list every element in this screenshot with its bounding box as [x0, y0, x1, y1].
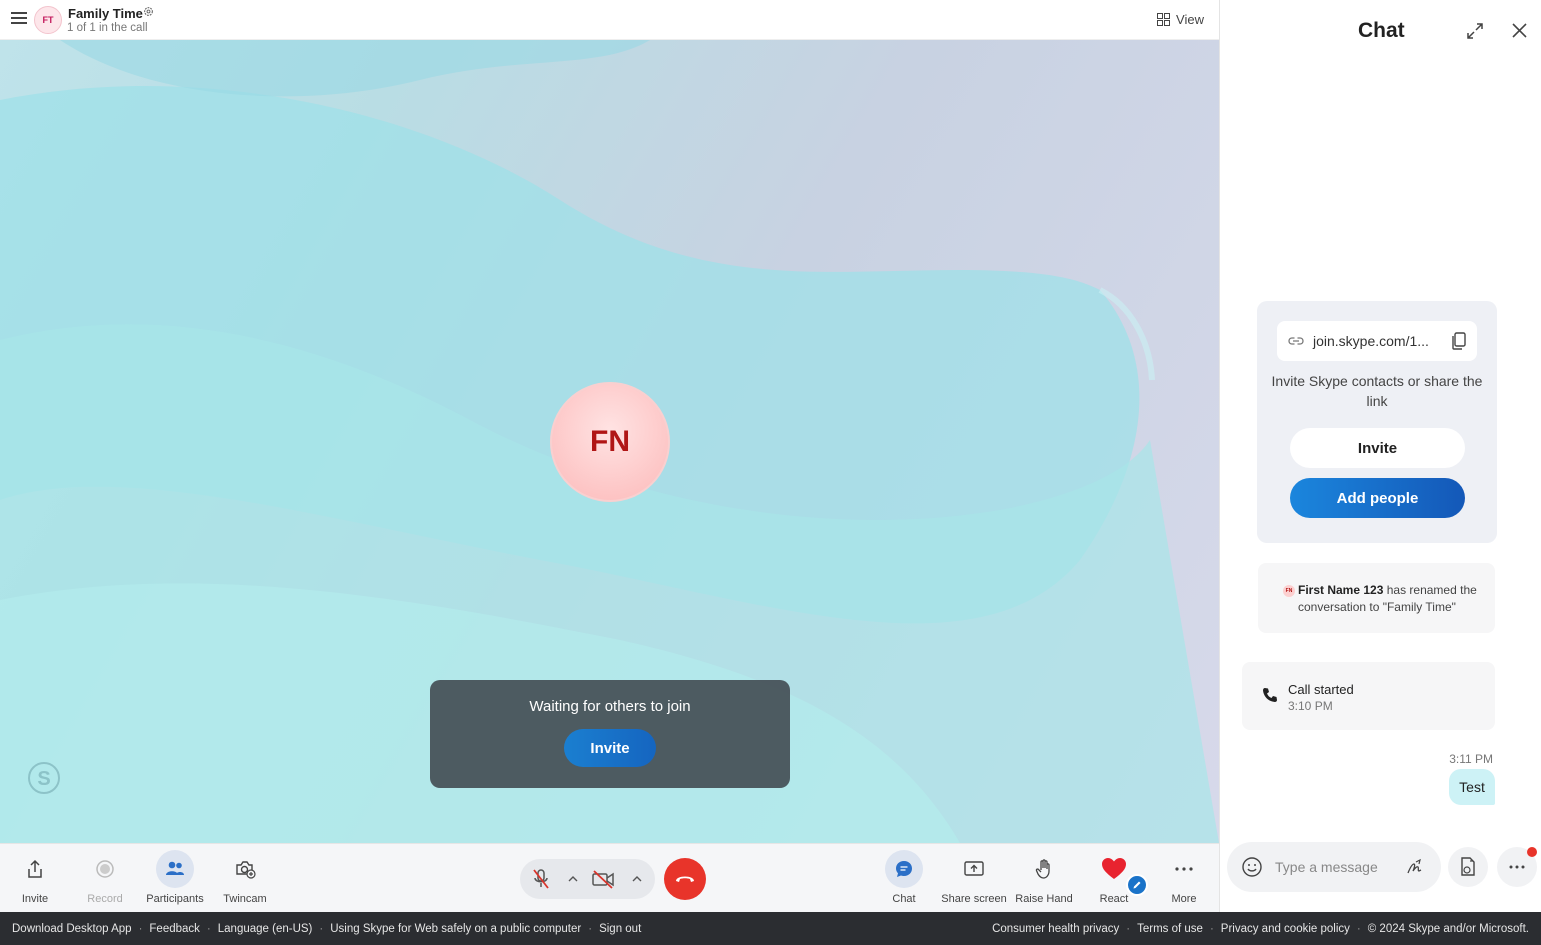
- terms-of-use-link[interactable]: Terms of use: [1137, 923, 1203, 935]
- waiting-panel: Waiting for others to join Invite: [430, 680, 790, 788]
- call-toolbar: Invite Record Participants Twincam Chat …: [0, 843, 1219, 912]
- call-area: FT Family Time 1 of 1 in the call View F…: [0, 0, 1219, 912]
- pencil-icon: [1133, 881, 1141, 889]
- react-edit-badge[interactable]: [1126, 874, 1148, 896]
- signature-icon[interactable]: [1405, 858, 1423, 876]
- camera-off-icon: [592, 870, 614, 889]
- consumer-health-privacy-link[interactable]: Consumer health privacy: [992, 923, 1119, 935]
- feedback-link[interactable]: Feedback: [149, 923, 200, 935]
- invite-card: join.skype.com/1... Invite Skype contact…: [1257, 301, 1497, 543]
- waiting-text: Waiting for others to join: [529, 698, 691, 715]
- end-call-button[interactable]: [664, 858, 706, 900]
- participants-icon: [166, 861, 184, 875]
- file-share-icon: [1461, 857, 1475, 876]
- microphone-options[interactable]: [560, 866, 586, 892]
- invite-link-box[interactable]: join.skype.com/1...: [1277, 321, 1477, 361]
- privacy-cookie-policy-link[interactable]: Privacy and cookie policy: [1221, 923, 1350, 935]
- grid-icon: [1157, 13, 1171, 26]
- call-started-event: Call started 3:10 PM: [1242, 662, 1495, 730]
- chat-toggle-button[interactable]: Chat: [869, 850, 939, 910]
- camera-options[interactable]: [624, 866, 650, 892]
- share-screen-label: Share screen: [941, 893, 1007, 905]
- share-screen-button[interactable]: Share screen: [939, 850, 1009, 910]
- heart-icon: [1102, 858, 1126, 879]
- chevron-up-icon: [568, 876, 578, 882]
- twincam-icon: [236, 861, 256, 879]
- chat-toggle-label: Chat: [892, 893, 916, 905]
- skype-logo-icon: S: [28, 762, 60, 794]
- invite-description: Invite Skype contacts or share the link: [1271, 373, 1483, 409]
- footer-left-links: Download Desktop App · Feedback · Language…: [12, 923, 642, 935]
- copyright-text: © 2024 Skype and/or Microsoft.: [1367, 923, 1529, 935]
- share-screen-icon: [964, 861, 984, 876]
- chevron-up-icon: [632, 876, 642, 882]
- record-icon: [96, 860, 114, 878]
- conversation-title[interactable]: Family Time: [68, 6, 143, 21]
- more-button[interactable]: More: [1149, 850, 1219, 910]
- notification-dot: [1527, 847, 1537, 857]
- call-top-bar: FT Family Time 1 of 1 in the call View: [0, 0, 1219, 40]
- record-button[interactable]: Record: [70, 850, 140, 910]
- chat-title: Chat: [1358, 19, 1405, 42]
- share-icon: [28, 859, 42, 878]
- stage-invite-button[interactable]: Invite: [564, 729, 656, 767]
- actor-avatar: FN: [1283, 585, 1295, 597]
- invite-link[interactable]: join.skype.com/1...: [1313, 333, 1429, 349]
- chat-panel: Chat join.skype.com/1... Invite Skype co…: [1219, 0, 1541, 912]
- conversation-avatar[interactable]: FT: [34, 6, 62, 34]
- participants-label: Participants: [146, 893, 204, 905]
- call-started-title: Call started: [1288, 682, 1354, 697]
- rename-notification: FN First Name 123 has renamed the conver…: [1258, 563, 1495, 633]
- camera-toggle[interactable]: [590, 866, 616, 892]
- page-footer: Download Desktop App · Feedback · Language…: [0, 912, 1541, 945]
- more-label: More: [1171, 893, 1197, 905]
- hamburger-menu-icon[interactable]: [11, 12, 27, 26]
- add-people-button[interactable]: Add people: [1290, 478, 1465, 518]
- call-started-time: 3:10 PM: [1288, 699, 1333, 713]
- download-desktop-app-link[interactable]: Download Desktop App: [12, 923, 132, 935]
- footer-right-links: Consumer health privacy · Terms of use · P…: [992, 923, 1529, 935]
- chat-icon: [896, 861, 912, 877]
- expand-icon[interactable]: [1466, 22, 1484, 40]
- microphone-toggle[interactable]: [528, 866, 554, 892]
- more-horizontal-icon: [1509, 865, 1525, 869]
- link-icon: [1288, 337, 1304, 345]
- view-button[interactable]: View: [1157, 12, 1204, 27]
- raise-hand-label: Raise Hand: [1015, 893, 1073, 905]
- svg-text:S: S: [37, 768, 50, 790]
- invite-tool-button[interactable]: Invite: [0, 850, 70, 910]
- emoji-icon[interactable]: [1241, 856, 1263, 878]
- hang-up-icon: [676, 876, 694, 882]
- participant-avatar: FN: [550, 382, 670, 502]
- message-bubble[interactable]: Test: [1449, 769, 1495, 805]
- raise-hand-button[interactable]: Raise Hand: [1009, 850, 1079, 910]
- attach-file-button[interactable]: [1448, 847, 1488, 887]
- hand-icon: [1035, 859, 1050, 879]
- actor-name[interactable]: First Name 123: [1298, 583, 1383, 597]
- participants-button[interactable]: Participants: [140, 850, 210, 910]
- message-input[interactable]: [1275, 855, 1405, 879]
- close-icon[interactable]: [1511, 22, 1528, 39]
- invite-tool-label: Invite: [21, 893, 49, 905]
- more-horizontal-icon: [1175, 867, 1193, 871]
- media-controls: [520, 859, 655, 899]
- copy-icon[interactable]: [1451, 332, 1467, 350]
- record-label: Record: [87, 893, 123, 905]
- video-stage: FN S Waiting for others to join Invite: [0, 40, 1219, 843]
- participant-count: 1 of 1 in the call: [67, 22, 148, 34]
- twincam-label: Twincam: [223, 893, 267, 905]
- invite-button[interactable]: Invite: [1290, 428, 1465, 468]
- public-computer-safety-link[interactable]: Using Skype for Web safely on a public c…: [330, 923, 581, 935]
- sign-out-link[interactable]: Sign out: [599, 923, 641, 935]
- phone-icon: [1263, 688, 1277, 702]
- microphone-off-icon: [533, 869, 549, 889]
- message-composer: [1227, 842, 1441, 892]
- gear-icon[interactable]: [143, 6, 154, 17]
- twincam-button[interactable]: Twincam: [210, 850, 280, 910]
- message-timestamp: 3:11 PM: [1449, 752, 1493, 766]
- view-label: View: [1176, 12, 1204, 27]
- language-link[interactable]: Language (en-US): [218, 923, 313, 935]
